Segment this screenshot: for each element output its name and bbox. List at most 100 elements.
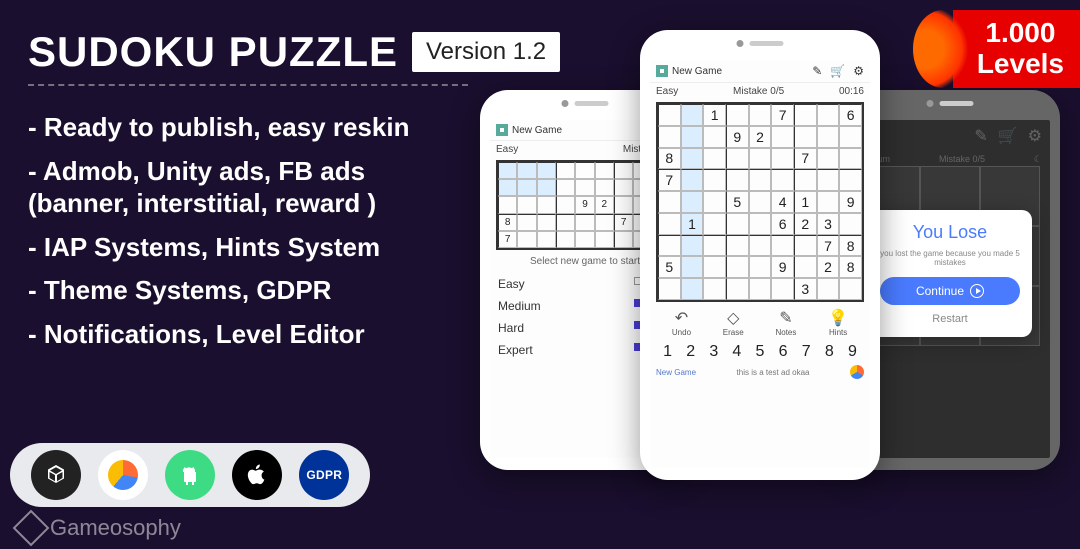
sudoku-cell[interactable]	[794, 169, 817, 191]
sudoku-cell[interactable]	[703, 191, 726, 213]
sudoku-cell[interactable]	[749, 104, 772, 126]
gear-icon[interactable]: ⚙	[853, 64, 864, 78]
sudoku-cell[interactable]	[794, 126, 817, 148]
numpad-3[interactable]: 3	[709, 343, 718, 361]
sudoku-cell[interactable]	[817, 104, 840, 126]
sudoku-cell[interactable]: 9	[771, 256, 794, 278]
sudoku-cell[interactable]: 1	[703, 104, 726, 126]
restart-button[interactable]: Restart	[880, 313, 1020, 325]
sudoku-cell[interactable]	[817, 278, 840, 300]
sudoku-cell[interactable]: 3	[817, 213, 840, 235]
sudoku-cell[interactable]	[794, 256, 817, 278]
sudoku-cell[interactable]	[658, 191, 681, 213]
sudoku-cell[interactable]: 2	[749, 126, 772, 148]
sudoku-cell[interactable]	[681, 256, 704, 278]
tool-erase[interactable]: ◇Erase	[723, 308, 744, 337]
cart-icon[interactable]: 🛒	[830, 64, 845, 78]
sudoku-cell[interactable]	[703, 213, 726, 235]
sudoku-cell[interactable]	[817, 148, 840, 170]
numpad-5[interactable]: 5	[756, 343, 765, 361]
sudoku-cell[interactable]	[658, 278, 681, 300]
sudoku-cell[interactable]	[817, 191, 840, 213]
sudoku-cell[interactable]: 6	[839, 104, 862, 126]
sudoku-cell[interactable]: 5	[726, 191, 749, 213]
sudoku-cell[interactable]	[749, 278, 772, 300]
continue-button[interactable]: Continue	[880, 277, 1020, 305]
sudoku-cell[interactable]	[703, 256, 726, 278]
sudoku-cell[interactable]	[839, 148, 862, 170]
sudoku-cell[interactable]: 1	[681, 213, 704, 235]
tool-notes[interactable]: ✎Notes	[775, 308, 796, 337]
sudoku-cell[interactable]: 9	[839, 191, 862, 213]
sudoku-cell[interactable]	[749, 256, 772, 278]
sudoku-cell[interactable]: 7	[817, 235, 840, 257]
sudoku-cell[interactable]	[794, 235, 817, 257]
sudoku-cell[interactable]	[771, 278, 794, 300]
numpad-9[interactable]: 9	[848, 343, 857, 361]
sudoku-cell[interactable]	[726, 256, 749, 278]
sudoku-cell[interactable]: 7	[771, 104, 794, 126]
sudoku-cell[interactable]	[771, 169, 794, 191]
sudoku-cell[interactable]	[658, 213, 681, 235]
sudoku-cell[interactable]	[681, 191, 704, 213]
sudoku-cell[interactable]: 2	[817, 256, 840, 278]
sudoku-cell[interactable]	[749, 169, 772, 191]
sudoku-cell[interactable]	[771, 235, 794, 257]
numpad-1[interactable]: 1	[663, 343, 672, 361]
sudoku-cell[interactable]	[839, 213, 862, 235]
sudoku-cell[interactable]	[703, 235, 726, 257]
pencil-icon[interactable]: ✎	[812, 64, 822, 78]
new-game-link[interactable]: New Game	[656, 368, 696, 377]
sudoku-cell[interactable]	[681, 235, 704, 257]
sudoku-cell[interactable]	[703, 126, 726, 148]
sudoku-cell[interactable]	[839, 126, 862, 148]
sudoku-cell[interactable]: 1	[794, 191, 817, 213]
sudoku-cell[interactable]: 3	[794, 278, 817, 300]
tool-undo[interactable]: ↶Undo	[672, 308, 691, 337]
sudoku-cell[interactable]: 8	[839, 235, 862, 257]
sudoku-cell[interactable]	[726, 235, 749, 257]
sudoku-cell[interactable]	[726, 213, 749, 235]
tool-hints[interactable]: 💡Hints	[828, 308, 848, 337]
numpad-4[interactable]: 4	[732, 343, 741, 361]
sudoku-cell[interactable]	[726, 104, 749, 126]
sudoku-cell[interactable]: 9	[726, 126, 749, 148]
sudoku-cell[interactable]	[817, 169, 840, 191]
sudoku-cell[interactable]: 2	[794, 213, 817, 235]
sudoku-cell[interactable]	[703, 148, 726, 170]
sudoku-cell[interactable]	[839, 278, 862, 300]
sudoku-cell[interactable]	[681, 104, 704, 126]
sudoku-cell[interactable]	[681, 148, 704, 170]
sudoku-cell[interactable]	[658, 104, 681, 126]
sudoku-cell[interactable]	[658, 126, 681, 148]
numpad-6[interactable]: 6	[779, 343, 788, 361]
sudoku-cell[interactable]	[749, 191, 772, 213]
numpad-2[interactable]: 2	[686, 343, 695, 361]
sudoku-cell[interactable]: 7	[658, 169, 681, 191]
sudoku-cell[interactable]	[817, 126, 840, 148]
sudoku-cell[interactable]	[658, 235, 681, 257]
sudoku-cell[interactable]	[839, 169, 862, 191]
sudoku-cell[interactable]	[771, 148, 794, 170]
sudoku-cell[interactable]: 4	[771, 191, 794, 213]
sudoku-cell[interactable]: 7	[794, 148, 817, 170]
numpad-7[interactable]: 7	[802, 343, 811, 361]
sudoku-cell[interactable]: 6	[771, 213, 794, 235]
sudoku-cell[interactable]	[749, 213, 772, 235]
sudoku-cell[interactable]: 8	[658, 148, 681, 170]
sudoku-cell[interactable]: 5	[658, 256, 681, 278]
sudoku-cell[interactable]	[703, 278, 726, 300]
sudoku-cell[interactable]	[726, 148, 749, 170]
sudoku-cell[interactable]	[726, 278, 749, 300]
sudoku-cell[interactable]: 8	[839, 256, 862, 278]
sudoku-cell[interactable]	[681, 169, 704, 191]
sudoku-cell[interactable]	[681, 278, 704, 300]
numpad-8[interactable]: 8	[825, 343, 834, 361]
sudoku-cell[interactable]	[749, 235, 772, 257]
sudoku-cell[interactable]	[681, 126, 704, 148]
sudoku-cell[interactable]	[749, 148, 772, 170]
sudoku-cell[interactable]	[703, 169, 726, 191]
sudoku-cell[interactable]	[794, 104, 817, 126]
sudoku-cell[interactable]	[771, 126, 794, 148]
sudoku-cell[interactable]	[726, 169, 749, 191]
